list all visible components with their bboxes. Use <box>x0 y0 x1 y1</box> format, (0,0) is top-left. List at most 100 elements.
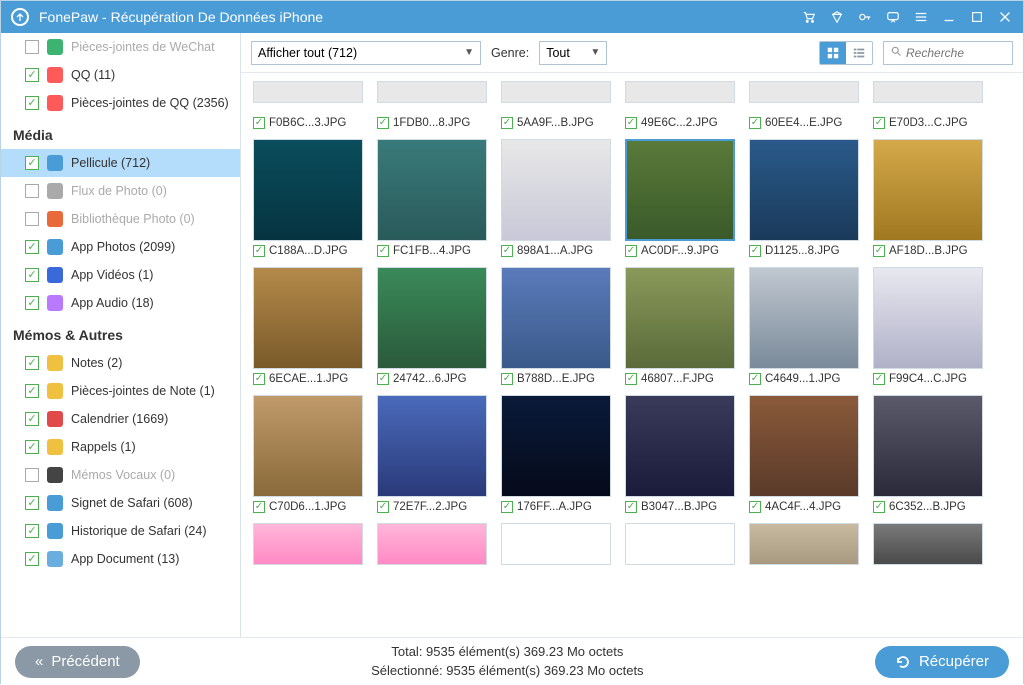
thumbnail-cell[interactable]: 898A1...A.JPG <box>501 139 611 257</box>
checkbox[interactable] <box>25 384 39 398</box>
display-filter-dropdown[interactable]: Afficher tout (712) ▼ <box>251 41 481 65</box>
checkbox[interactable] <box>873 245 885 257</box>
thumbnail-image[interactable] <box>749 267 859 369</box>
sidebar-item[interactable]: Historique de Safari (24) <box>1 517 240 545</box>
thumbnail-image[interactable] <box>377 395 487 497</box>
checkbox[interactable] <box>253 117 265 129</box>
thumbnail-image[interactable] <box>873 267 983 369</box>
checkbox[interactable] <box>501 373 513 385</box>
thumbnail-image[interactable] <box>377 267 487 369</box>
checkbox[interactable] <box>749 373 761 385</box>
close-icon[interactable] <box>997 9 1013 25</box>
sidebar-item[interactable]: Notes (2) <box>1 349 240 377</box>
checkbox[interactable] <box>25 496 39 510</box>
checkbox[interactable] <box>625 117 637 129</box>
thumbnail-image[interactable] <box>501 139 611 241</box>
list-view-icon[interactable] <box>846 42 872 64</box>
thumbnail-cell[interactable]: D1125...8.JPG <box>749 139 859 257</box>
thumbnail-cell[interactable]: AF18D...B.JPG <box>873 139 983 257</box>
thumbnail-grid-scroll[interactable]: F0B6C...3.JPG1FDB0...8.JPG5AA9F...B.JPG4… <box>241 73 1023 637</box>
checkbox[interactable] <box>25 440 39 454</box>
thumbnail-cell[interactable]: 46807...F.JPG <box>625 267 735 385</box>
checkbox[interactable] <box>25 356 39 370</box>
sidebar-item[interactable]: Pièces-jointes de QQ (2356) <box>1 89 240 117</box>
thumbnail-image[interactable] <box>625 139 735 241</box>
thumbnail-image[interactable] <box>253 267 363 369</box>
thumbnail-cell[interactable]: 4AC4F...4.JPG <box>749 395 859 513</box>
checkbox[interactable] <box>25 212 39 226</box>
checkbox[interactable] <box>25 96 39 110</box>
thumbnail-cell[interactable]: 24742...6.JPG <box>377 267 487 385</box>
sidebar-item[interactable]: Signet de Safari (608) <box>1 489 240 517</box>
recover-button[interactable]: Récupérer <box>875 646 1009 678</box>
thumbnail-image[interactable] <box>873 395 983 497</box>
thumbnail-image[interactable] <box>501 395 611 497</box>
thumbnail-cell[interactable]: 6C352...B.JPG <box>873 395 983 513</box>
thumbnail-cell[interactable]: 6ECAE...1.JPG <box>253 267 363 385</box>
sidebar-item[interactable]: App Photos (2099) <box>1 233 240 261</box>
thumbnail-image[interactable] <box>749 395 859 497</box>
maximize-icon[interactable] <box>969 9 985 25</box>
back-button[interactable]: « Précédent <box>15 646 140 678</box>
checkbox[interactable] <box>377 245 389 257</box>
checkbox[interactable] <box>625 245 637 257</box>
sidebar-item[interactable]: App Vidéos (1) <box>1 261 240 289</box>
thumbnail-image[interactable] <box>253 139 363 241</box>
thumbnail-image[interactable] <box>253 395 363 497</box>
checkbox[interactable] <box>625 373 637 385</box>
sidebar-item[interactable]: Calendrier (1669) <box>1 405 240 433</box>
minimize-icon[interactable] <box>941 9 957 25</box>
sidebar-item[interactable]: Pièces-jointes de WeChat <box>1 33 240 61</box>
cart-icon[interactable] <box>801 9 817 25</box>
sidebar-item[interactable]: App Document (13) <box>1 545 240 573</box>
search-input[interactable] <box>906 46 1006 60</box>
checkbox[interactable] <box>25 240 39 254</box>
feedback-icon[interactable] <box>885 9 901 25</box>
thumbnail-cell[interactable]: 176FF...A.JPG <box>501 395 611 513</box>
checkbox[interactable] <box>377 501 389 513</box>
genre-dropdown[interactable]: Tout ▼ <box>539 41 607 65</box>
menu-icon[interactable] <box>913 9 929 25</box>
checkbox[interactable] <box>501 117 513 129</box>
sidebar-item[interactable]: Rappels (1) <box>1 433 240 461</box>
checkbox[interactable] <box>25 68 39 82</box>
checkbox[interactable] <box>25 184 39 198</box>
checkbox[interactable] <box>377 117 389 129</box>
thumbnail-image[interactable] <box>749 139 859 241</box>
thumbnail-image[interactable] <box>501 267 611 369</box>
sidebar-item[interactable]: Mémos Vocaux (0) <box>1 461 240 489</box>
grid-view-icon[interactable] <box>820 42 846 64</box>
key-icon[interactable] <box>857 9 873 25</box>
sidebar-item[interactable]: App Audio (18) <box>1 289 240 317</box>
thumbnail-cell[interactable]: B788D...E.JPG <box>501 267 611 385</box>
thumbnail-image[interactable] <box>625 267 735 369</box>
checkbox[interactable] <box>25 468 39 482</box>
checkbox[interactable] <box>25 524 39 538</box>
sidebar-item[interactable]: Pièces-jointes de Note (1) <box>1 377 240 405</box>
checkbox[interactable] <box>625 501 637 513</box>
thumbnail-cell[interactable]: AC0DF...9.JPG <box>625 139 735 257</box>
checkbox[interactable] <box>501 501 513 513</box>
checkbox[interactable] <box>873 117 885 129</box>
thumbnail-image[interactable] <box>873 139 983 241</box>
checkbox[interactable] <box>25 40 39 54</box>
thumbnail-cell[interactable]: FC1FB...4.JPG <box>377 139 487 257</box>
checkbox[interactable] <box>25 552 39 566</box>
thumbnail-cell[interactable]: F99C4...C.JPG <box>873 267 983 385</box>
checkbox[interactable] <box>749 245 761 257</box>
sidebar-item[interactable]: QQ (11) <box>1 61 240 89</box>
diamond-icon[interactable] <box>829 9 845 25</box>
checkbox[interactable] <box>25 296 39 310</box>
checkbox[interactable] <box>25 156 39 170</box>
thumbnail-cell[interactable]: C70D6...1.JPG <box>253 395 363 513</box>
checkbox[interactable] <box>749 117 761 129</box>
checkbox[interactable] <box>501 245 513 257</box>
thumbnail-image[interactable] <box>625 395 735 497</box>
checkbox[interactable] <box>25 268 39 282</box>
sidebar-item[interactable]: Pellicule (712) <box>1 149 240 177</box>
sidebar[interactable]: Pièces-jointes de WeChatQQ (11)Pièces-jo… <box>1 33 241 637</box>
checkbox[interactable] <box>377 373 389 385</box>
checkbox[interactable] <box>873 501 885 513</box>
checkbox[interactable] <box>253 373 265 385</box>
checkbox[interactable] <box>873 373 885 385</box>
